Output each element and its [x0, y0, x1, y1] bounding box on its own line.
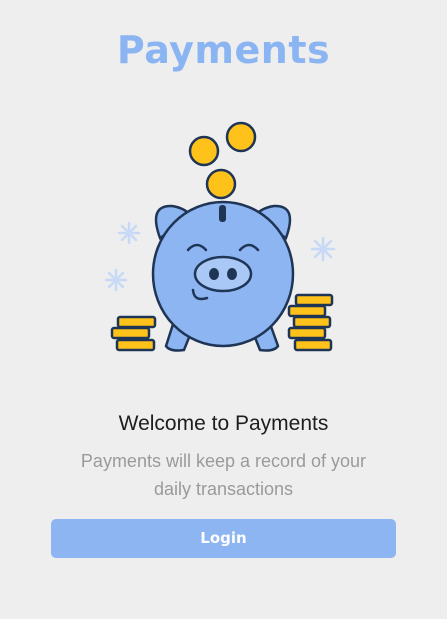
welcome-title: Welcome to Payments	[118, 412, 329, 435]
piggy-bank-icon	[104, 121, 336, 352]
coin-stack-icon	[287, 293, 334, 352]
sparkle-icon	[104, 268, 128, 292]
coin-icon	[188, 121, 257, 200]
coin-stack-icon	[110, 315, 157, 352]
welcome-subtitle: Payments will keep a record of your dail…	[80, 451, 367, 499]
sparkle-icon	[117, 221, 141, 245]
page-title: Payments	[116, 28, 331, 72]
sparkle-icon	[310, 236, 336, 262]
login-button[interactable]: Login	[51, 519, 396, 558]
